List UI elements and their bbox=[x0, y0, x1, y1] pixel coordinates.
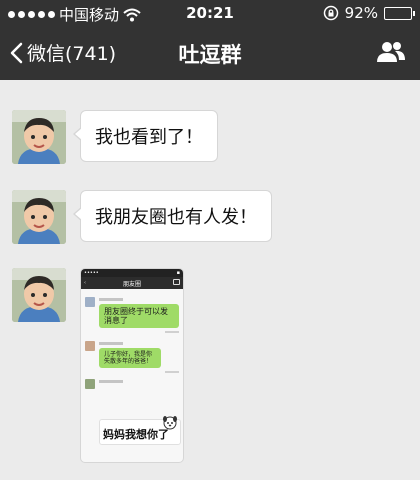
avatar bbox=[85, 341, 95, 351]
message-text: 我也看到了！ bbox=[95, 127, 203, 148]
child-avatar-image bbox=[12, 268, 66, 322]
screenshot-post: 儿子你好，我是你失散多年的爸爸！ bbox=[81, 335, 183, 375]
chat-title: 吐逗群 bbox=[178, 43, 242, 67]
group-profile-icon bbox=[377, 42, 405, 62]
nav-bar: 微信(741) 吐逗群 bbox=[0, 26, 420, 80]
avatar[interactable] bbox=[12, 190, 66, 244]
screenshot-post-text: 朋友圈终于可以发消息了 bbox=[99, 304, 179, 328]
dog-icon bbox=[163, 416, 177, 430]
battery-icon bbox=[384, 6, 415, 20]
sticker-text: 妈妈我想你了 bbox=[103, 428, 169, 441]
message-row: ••••• ▪ ‹ 朋友圈 朋友圈终于可以发消息了 儿子你好，我是你失散多年的爸爸… bbox=[12, 268, 184, 463]
message-row: 我朋友圈也有人发！ bbox=[12, 190, 272, 244]
sticker: 妈妈我想你了 bbox=[99, 416, 181, 445]
camera-icon bbox=[173, 279, 180, 285]
avatar[interactable] bbox=[12, 110, 66, 164]
avatar[interactable] bbox=[12, 268, 66, 322]
child-avatar-image bbox=[12, 110, 66, 164]
screenshot-post-text: 儿子你好，我是你失散多年的爸爸！ bbox=[99, 348, 161, 368]
message-bubble[interactable]: 我也看到了！ bbox=[73, 110, 218, 162]
screenshot-status-bar: ••••• ▪ bbox=[81, 269, 183, 277]
status-bar: 中国移动 20:21 92% bbox=[0, 0, 420, 26]
message-row: 我也看到了！ bbox=[12, 110, 218, 164]
screenshot-post bbox=[81, 375, 183, 389]
screenshot-post: 朋友圈终于可以发消息了 bbox=[81, 289, 183, 335]
status-right: 92% bbox=[323, 4, 415, 22]
message-text: 我朋友圈也有人发！ bbox=[95, 207, 257, 228]
battery-percent: 92% bbox=[344, 4, 378, 22]
group-profile-button[interactable] bbox=[376, 40, 406, 68]
screenshot-nav: ‹ 朋友圈 bbox=[81, 277, 183, 289]
child-avatar-image bbox=[12, 190, 66, 244]
avatar bbox=[85, 379, 95, 389]
message-bubble[interactable]: 我朋友圈也有人发！ bbox=[73, 190, 272, 242]
screenshot-title: 朋友圈 bbox=[122, 280, 141, 288]
lock-rotation-icon bbox=[323, 5, 338, 21]
avatar bbox=[85, 297, 95, 307]
image-message[interactable]: ••••• ▪ ‹ 朋友圈 朋友圈终于可以发消息了 儿子你好，我是你失散多年的爸爸… bbox=[80, 268, 184, 463]
